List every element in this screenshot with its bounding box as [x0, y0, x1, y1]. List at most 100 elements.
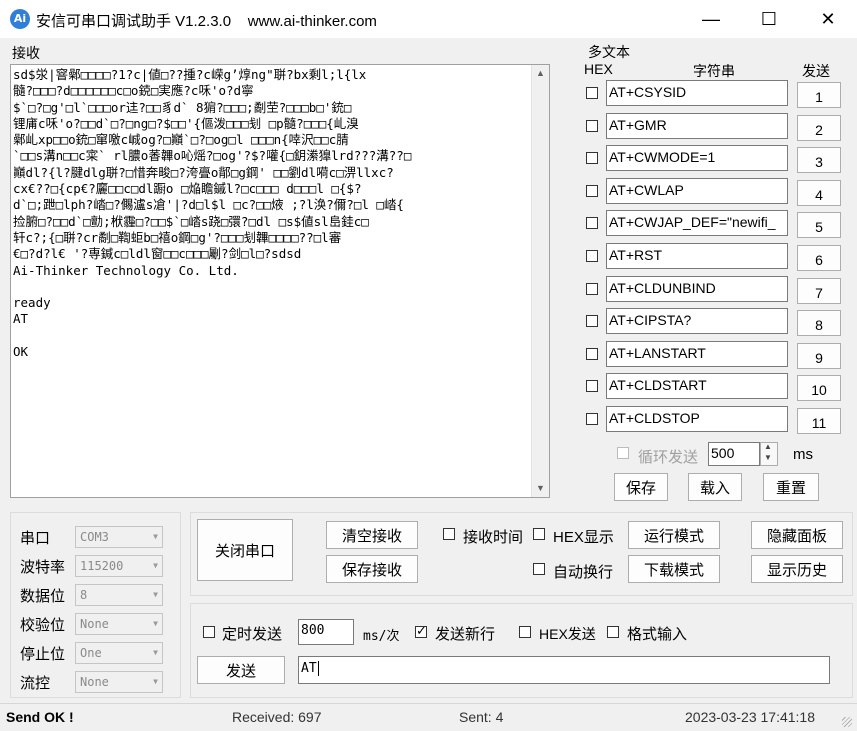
chevron-down-icon: ▼	[153, 677, 158, 686]
multi-send-button[interactable]: 6	[797, 245, 841, 271]
hex-send-checkbox[interactable]	[519, 626, 531, 638]
port-setting-value: None	[80, 675, 109, 689]
multi-send-button[interactable]: 8	[797, 310, 841, 336]
multi-command-input[interactable]: AT+CSYSID	[606, 80, 788, 106]
port-setting-value: 8	[80, 588, 88, 602]
multi-command-input[interactable]: AT+CWLAP	[606, 178, 788, 204]
multi-hex-checkbox[interactable]	[586, 152, 598, 164]
multi-hex-checkbox[interactable]	[586, 413, 598, 425]
multi-hex-checkbox[interactable]	[586, 380, 598, 392]
timed-send-checkbox[interactable]	[203, 626, 215, 638]
received-count: Received: 697	[232, 709, 322, 725]
send-newline-checkbox[interactable]	[415, 623, 427, 639]
port-setting-select[interactable]: 8 ▼	[75, 584, 163, 606]
multi-send-button[interactable]: 11	[797, 408, 841, 434]
format-input-checkbox[interactable]	[607, 626, 619, 638]
minimize-icon[interactable]: —	[682, 0, 740, 38]
multi-hex-checkbox[interactable]	[586, 283, 598, 295]
multi-send-button[interactable]: 5	[797, 212, 841, 238]
send-status: Send OK !	[6, 709, 74, 725]
multi-text-label: 多文本	[588, 44, 630, 60]
loop-send-label: 循环发送	[638, 449, 699, 466]
spin-down-icon[interactable]: ▼	[764, 453, 772, 462]
port-setting-select[interactable]: One ▼	[75, 642, 163, 664]
multi-command-input[interactable]: AT+CIPSTA?	[606, 308, 788, 334]
hide-panel-button[interactable]: 隐藏面板	[751, 521, 843, 549]
show-history-button[interactable]: 显示历史	[751, 555, 843, 583]
receive-label: 接收	[12, 45, 40, 61]
multi-hex-checkbox[interactable]	[586, 315, 598, 327]
send-newline-label: 发送新行	[435, 626, 496, 643]
send-input[interactable]: AT	[298, 656, 830, 684]
multi-command-input[interactable]: AT+CWJAP_DEF="newifi_	[606, 210, 788, 236]
port-setting-value: None	[80, 617, 109, 631]
multi-send-button[interactable]: 10	[797, 375, 841, 401]
scroll-up-icon[interactable]: ▲	[532, 65, 549, 82]
maximize-icon[interactable]: ☐	[740, 0, 798, 38]
send-button[interactable]: 发送	[197, 656, 285, 684]
port-setting-select[interactable]: None ▼	[75, 613, 163, 635]
loop-send-checkbox[interactable]	[617, 447, 629, 459]
multi-send-button[interactable]: 3	[797, 147, 841, 173]
multi-send-button[interactable]: 9	[797, 343, 841, 369]
port-setting-select[interactable]: None ▼	[75, 671, 163, 693]
status-bar: Send OK ! Received: 697 Sent: 4 2023-03-…	[0, 703, 857, 731]
run-mode-button[interactable]: 运行模式	[628, 521, 720, 549]
port-setting-select[interactable]: COM3 ▼	[75, 526, 163, 548]
title-bar: Ai 安信可串口调试助手 V1.2.3.0 www.ai-thinker.com…	[0, 0, 857, 38]
send-input-value: AT	[301, 661, 317, 676]
download-mode-button[interactable]: 下载模式	[628, 555, 720, 583]
timed-send-label: 定时发送	[222, 626, 283, 643]
port-setting-label: 串口	[20, 530, 51, 547]
port-setting-select[interactable]: 115200 ▼	[75, 555, 163, 577]
chevron-down-icon: ▼	[153, 619, 158, 628]
port-setting-value: 115200	[80, 559, 124, 573]
multi-send-button[interactable]: 1	[797, 82, 841, 108]
multi-hex-checkbox[interactable]	[586, 217, 598, 229]
multi-command-input[interactable]: AT+CLDSTOP	[606, 406, 788, 432]
multi-command-input[interactable]: AT+CWMODE=1	[606, 145, 788, 171]
status-datetime: 2023-03-23 17:41:18	[685, 709, 815, 725]
multi-hex-checkbox[interactable]	[586, 87, 598, 99]
multi-hex-checkbox[interactable]	[586, 250, 598, 262]
reset-multi-text-button[interactable]: 重置	[763, 473, 819, 501]
close-icon[interactable]: ✕	[799, 0, 857, 38]
port-setting-label: 波特率	[20, 559, 66, 576]
multi-send-button[interactable]: 7	[797, 278, 841, 304]
multi-command-input[interactable]: AT+RST	[606, 243, 788, 269]
port-setting-value: COM3	[80, 530, 109, 544]
auto-wrap-checkbox[interactable]	[533, 563, 545, 575]
scroll-down-icon[interactable]: ▼	[532, 480, 549, 497]
receive-scrollbar[interactable]: ▲ ▼	[531, 65, 549, 497]
multi-hex-checkbox[interactable]	[586, 348, 598, 360]
hex-display-label: HEX显示	[553, 529, 614, 546]
resize-grip-icon[interactable]	[842, 717, 852, 727]
loop-interval-input[interactable]: 500	[708, 442, 760, 466]
multi-command-input[interactable]: AT+CLDUNBIND	[606, 276, 788, 302]
multi-command-input[interactable]: AT+CLDSTART	[606, 373, 788, 399]
chevron-down-icon: ▼	[153, 648, 158, 657]
close-port-button[interactable]: 关闭串口	[197, 519, 293, 581]
receive-textarea[interactable]: sd$泶|窨鄵□□□□?1?c|値□??揰?c嵘g’焞ng"聠?bx剩l;l{l…	[10, 64, 550, 498]
multi-hex-checkbox[interactable]	[586, 185, 598, 197]
multi-send-button[interactable]: 4	[797, 180, 841, 206]
load-multi-text-button[interactable]: 载入	[688, 473, 742, 501]
port-setting-label: 数据位	[20, 588, 66, 605]
clear-receive-button[interactable]: 清空接收	[326, 521, 418, 549]
port-setting-label: 流控	[20, 675, 51, 692]
string-column-header: 字符串	[693, 63, 735, 79]
multi-send-button[interactable]: 2	[797, 115, 841, 141]
multi-command-input[interactable]: AT+LANSTART	[606, 341, 788, 367]
save-multi-text-button[interactable]: 保存	[614, 473, 668, 501]
receive-time-checkbox[interactable]	[443, 528, 455, 540]
timed-interval-input[interactable]: 800	[298, 619, 354, 645]
spin-up-icon[interactable]: ▲	[764, 442, 772, 451]
save-receive-button[interactable]: 保存接收	[326, 555, 418, 583]
hex-display-checkbox[interactable]	[533, 528, 545, 540]
format-input-label: 格式输入	[627, 626, 688, 643]
loop-interval-spinner[interactable]: ▲ ▼	[760, 442, 778, 466]
multi-command-input[interactable]: AT+GMR	[606, 113, 788, 139]
multi-hex-checkbox[interactable]	[586, 120, 598, 132]
receive-content: sd$泶|窨鄵□□□□?1?c|値□??揰?c嵘g’焞ng"聠?bx剩l;l{l…	[13, 67, 412, 360]
send-column-header: 发送	[802, 63, 830, 79]
